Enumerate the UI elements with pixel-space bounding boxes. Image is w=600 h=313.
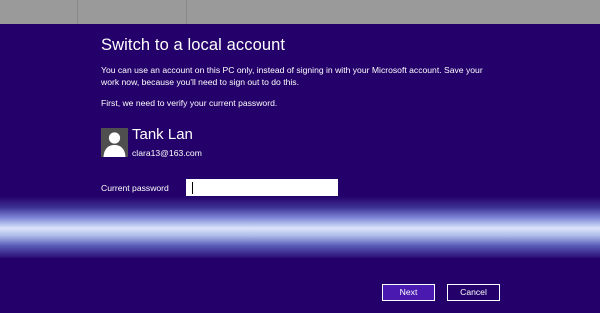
verify-text: First, we need to verify your current pa… [101,98,278,108]
top-bar [0,0,600,24]
user-email: clara13@163.com [132,148,202,158]
dialog-description: You can use an account on this PC only, … [101,65,483,87]
next-button[interactable]: Next [382,284,435,301]
user-silhouette-icon [103,132,126,157]
top-bar-divider [77,0,78,24]
cancel-button[interactable]: Cancel [447,284,500,301]
avatar [101,128,128,157]
text-caret [192,182,193,194]
user-name: Tank Lan [132,126,193,143]
current-password-label: Current password [101,183,169,193]
background-glow-band [0,196,600,258]
current-password-input[interactable] [186,179,338,197]
dialog-title: Switch to a local account [101,36,286,54]
top-bar-divider [186,0,187,24]
